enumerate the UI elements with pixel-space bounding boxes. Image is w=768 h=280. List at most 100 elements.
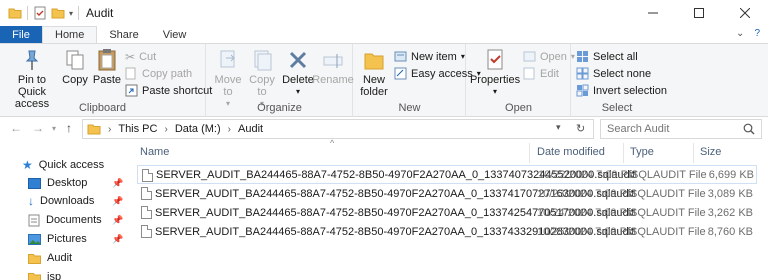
nav-item-quick-access[interactable]: ★ Quick access bbox=[22, 156, 104, 174]
nav-item-pictures[interactable]: Pictures bbox=[28, 230, 87, 248]
nav-item-label: Downloads bbox=[40, 195, 95, 207]
column-divider[interactable] bbox=[529, 143, 530, 163]
copy-path-button[interactable]: Copy path bbox=[125, 67, 192, 80]
collapse-ribbon-icon[interactable]: ⌄ bbox=[736, 28, 744, 39]
new-item-button[interactable]: New item ▾ bbox=[394, 50, 465, 63]
scissors-icon: ✂ bbox=[125, 50, 136, 64]
new-folder-button[interactable]: New folder bbox=[358, 48, 390, 98]
breadcrumb-separator-icon: › bbox=[227, 123, 231, 135]
column-header-name[interactable]: Name bbox=[140, 146, 169, 158]
nav-item-isp[interactable]: isp bbox=[28, 268, 61, 280]
minimize-button[interactable] bbox=[630, 0, 676, 26]
properties-button[interactable]: Properties ▾ bbox=[470, 48, 520, 98]
edit-icon bbox=[523, 67, 535, 80]
column-header-date[interactable]: Date modified bbox=[537, 146, 605, 158]
file-type: SQLAUDIT File bbox=[630, 225, 706, 238]
close-button[interactable] bbox=[722, 0, 768, 26]
select-all-button[interactable]: Select all bbox=[576, 50, 638, 63]
properties-icon[interactable] bbox=[33, 6, 47, 20]
file-row[interactable]: SERVER_AUDIT_BA244465-88A7-4752-8B50-497… bbox=[137, 222, 757, 241]
pin-icon[interactable]: 📌 bbox=[112, 196, 123, 207]
rename-label: Rename bbox=[312, 74, 354, 86]
nav-item-audit[interactable]: Audit bbox=[28, 249, 72, 267]
customize-chevron-icon[interactable]: ▾ bbox=[69, 9, 73, 18]
refresh-icon[interactable]: ↻ bbox=[576, 122, 585, 135]
maximize-button[interactable] bbox=[676, 0, 722, 26]
search-icon[interactable] bbox=[743, 123, 755, 135]
title-bar: ▾ Audit bbox=[0, 0, 768, 26]
paste-shortcut-button[interactable]: Paste shortcut bbox=[125, 84, 212, 97]
nav-item-documents[interactable]: Documents bbox=[28, 211, 102, 229]
file-icon bbox=[142, 169, 153, 182]
paste-button[interactable]: Paste bbox=[92, 48, 122, 86]
column-divider[interactable] bbox=[623, 143, 624, 163]
back-arrow-icon[interactable]: ← bbox=[10, 121, 22, 135]
invert-selection-label: Invert selection bbox=[593, 84, 667, 97]
search-input[interactable] bbox=[601, 123, 731, 135]
file-row[interactable]: SERVER_AUDIT_BA244465-88A7-4752-8B50-497… bbox=[137, 203, 757, 222]
move-to-button[interactable]: Move to ▾ bbox=[211, 48, 245, 110]
column-header-type[interactable]: Type bbox=[630, 146, 654, 158]
address-bar[interactable]: › This PC › Data (M:) › Audit bbox=[82, 119, 594, 139]
invert-selection-button[interactable]: Invert selection bbox=[576, 84, 667, 97]
select-all-icon bbox=[577, 51, 588, 62]
tab-share[interactable]: Share bbox=[97, 26, 150, 44]
divider bbox=[78, 6, 80, 20]
move-to-label: Move to bbox=[214, 74, 242, 98]
tab-view[interactable]: View bbox=[151, 26, 199, 44]
up-arrow-icon[interactable]: ↑ bbox=[66, 121, 72, 135]
paste-shortcut-label: Paste shortcut bbox=[142, 84, 213, 97]
select-group: Select all Select none Invert selection … bbox=[572, 44, 667, 117]
nav-item-label: isp bbox=[47, 271, 62, 280]
file-type: SQLAUDIT File bbox=[631, 168, 707, 181]
edit-button[interactable]: Edit bbox=[523, 67, 559, 80]
address-dropdown-icon[interactable]: ▾ bbox=[556, 122, 561, 133]
select-none-label: Select none bbox=[593, 67, 652, 80]
pin-icon bbox=[25, 50, 39, 70]
breadcrumb-this-pc[interactable]: This PC bbox=[118, 123, 157, 135]
file-type: SQLAUDIT File bbox=[630, 206, 706, 219]
delete-chevron-icon: ▾ bbox=[295, 87, 300, 96]
nav-item-desktop[interactable]: Desktop bbox=[28, 174, 87, 192]
copy-to-button[interactable]: Copy to ▾ bbox=[245, 48, 279, 110]
nav-item-label: Audit bbox=[47, 252, 73, 264]
recent-locations-chevron-icon[interactable]: ▾ bbox=[52, 124, 56, 133]
column-header-size[interactable]: Size bbox=[700, 146, 721, 158]
nav-item-downloads[interactable]: ↓ Downloads bbox=[28, 192, 94, 210]
forward-arrow-icon[interactable]: → bbox=[32, 121, 44, 135]
help-icon[interactable]: ? bbox=[754, 28, 760, 39]
new-folder-icon[interactable] bbox=[51, 7, 65, 19]
copy-icon bbox=[66, 50, 84, 70]
pin-icon[interactable]: 📌 bbox=[112, 178, 123, 189]
open-icon bbox=[523, 51, 536, 62]
search-box[interactable] bbox=[600, 119, 762, 139]
file-date: 10/22/2024 7:00 PM bbox=[538, 168, 638, 181]
new-folder-label: New folder bbox=[360, 74, 388, 98]
new-group: New folder New item ▾ Easy access ▾ New bbox=[354, 44, 481, 117]
move-to-icon bbox=[220, 50, 235, 68]
pin-quick-access-button[interactable]: Pin to Quick access bbox=[4, 48, 60, 110]
pin-icon[interactable]: 📌 bbox=[112, 234, 123, 245]
file-date: 10/23/2024 7:00 PM bbox=[537, 187, 637, 200]
pin-icon[interactable]: 📌 bbox=[112, 215, 123, 226]
open-button[interactable]: Open ▾ bbox=[523, 50, 575, 63]
cut-button[interactable]: ✂ Cut bbox=[125, 50, 156, 64]
copy-button[interactable]: Copy bbox=[60, 48, 90, 86]
breadcrumb-data-drive[interactable]: Data (M:) bbox=[175, 123, 221, 135]
window-title: Audit bbox=[86, 6, 114, 20]
file-size: 6,699 KB bbox=[708, 168, 754, 181]
select-none-button[interactable]: Select none bbox=[576, 67, 651, 80]
delete-button[interactable]: Delete ▾ bbox=[281, 48, 315, 98]
file-date: 10/24/2024 7:00 PM bbox=[537, 206, 637, 219]
file-date: 10/25/2024 7:00 PM bbox=[537, 225, 637, 238]
rename-button[interactable]: Rename bbox=[312, 48, 354, 86]
ribbon-controls: ⌄ ? bbox=[736, 28, 760, 39]
breadcrumb-audit[interactable]: Audit bbox=[238, 123, 263, 135]
column-divider[interactable] bbox=[693, 143, 694, 163]
open-group-label: Open bbox=[505, 102, 532, 114]
tab-home[interactable]: Home bbox=[42, 26, 98, 44]
clipboard-icon bbox=[98, 49, 116, 71]
tab-file[interactable]: File bbox=[0, 26, 42, 44]
file-row[interactable]: SERVER_AUDIT_BA244465-88A7-4752-8B50-497… bbox=[137, 165, 757, 184]
file-row[interactable]: SERVER_AUDIT_BA244465-88A7-4752-8B50-497… bbox=[137, 184, 757, 203]
